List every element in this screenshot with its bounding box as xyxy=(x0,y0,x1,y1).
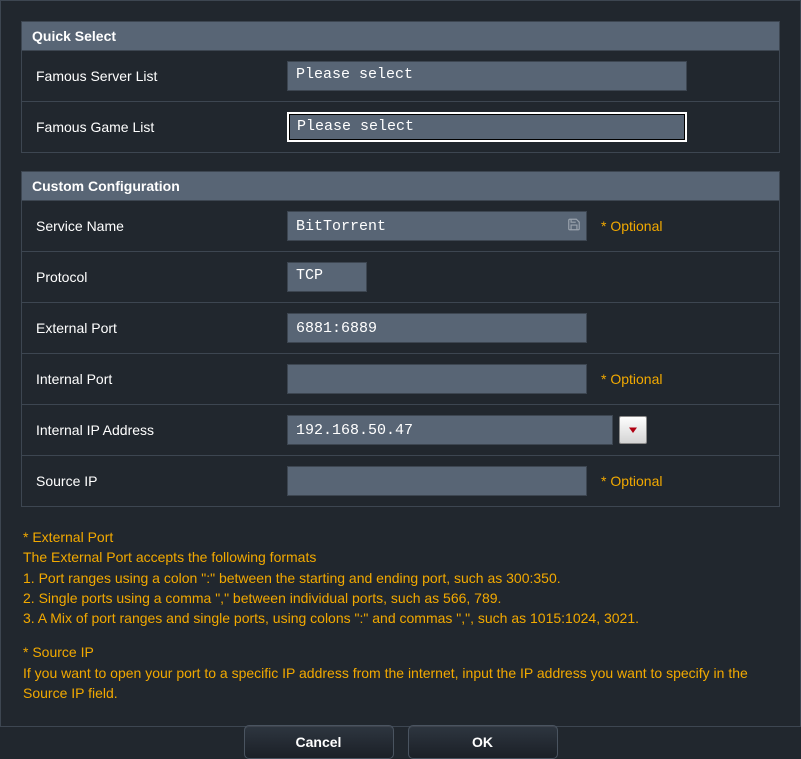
internal-ip-input[interactable] xyxy=(287,415,613,445)
internal-ip-row: Internal IP Address xyxy=(22,404,779,455)
famous-game-row: Famous Game List Please select xyxy=(22,101,779,152)
quick-select-header: Quick Select xyxy=(22,22,779,50)
internal-ip-label: Internal IP Address xyxy=(32,422,287,438)
help-ext-line0: The External Port accepts the following … xyxy=(23,547,778,567)
service-name-row: Service Name * Optional xyxy=(22,200,779,251)
help-text: * External Port The External Port accept… xyxy=(21,525,780,703)
source-ip-input[interactable] xyxy=(287,466,587,496)
protocol-label: Protocol xyxy=(32,269,287,285)
source-ip-optional: * Optional xyxy=(601,473,662,489)
famous-game-select[interactable]: Please select xyxy=(287,112,687,142)
service-name-label: Service Name xyxy=(32,218,287,234)
external-port-label: External Port xyxy=(32,320,287,336)
ok-button[interactable]: OK xyxy=(408,725,558,759)
famous-server-row: Famous Server List Please select xyxy=(22,50,779,101)
port-forward-dialog: { "quickSelect": { "title": "Quick Selec… xyxy=(0,0,801,727)
protocol-row: Protocol TCP xyxy=(22,251,779,302)
famous-game-label: Famous Game List xyxy=(32,119,287,135)
service-name-input[interactable] xyxy=(287,211,587,241)
help-src-line0: If you want to open your port to a speci… xyxy=(23,663,778,704)
help-src-heading: * Source IP xyxy=(23,642,778,662)
famous-server-label: Famous Server List xyxy=(32,68,287,84)
internal-port-row: Internal Port * Optional xyxy=(22,353,779,404)
help-ext-line2: 2. Single ports using a comma "," betwee… xyxy=(23,588,778,608)
internal-port-label: Internal Port xyxy=(32,371,287,387)
external-port-input[interactable] xyxy=(287,313,587,343)
help-ext-line3: 3. A Mix of port ranges and single ports… xyxy=(23,608,778,628)
quick-select-section: Quick Select Famous Server List Please s… xyxy=(21,21,780,153)
cancel-button[interactable]: Cancel xyxy=(244,725,394,759)
ip-picker-button[interactable] xyxy=(619,416,647,444)
source-ip-label: Source IP xyxy=(32,473,287,489)
source-ip-row: Source IP * Optional xyxy=(22,455,779,506)
custom-config-header: Custom Configuration xyxy=(22,172,779,200)
dialog-buttons: Cancel OK xyxy=(21,725,780,759)
protocol-select[interactable]: TCP xyxy=(287,262,367,292)
famous-server-select[interactable]: Please select xyxy=(287,61,687,91)
internal-port-optional: * Optional xyxy=(601,371,662,387)
chevron-down-icon xyxy=(627,424,639,436)
help-ext-line1: 1. Port ranges using a colon ":" between… xyxy=(23,568,778,588)
external-port-row: External Port xyxy=(22,302,779,353)
help-ext-heading: * External Port xyxy=(23,527,778,547)
custom-config-section: Custom Configuration Service Name * Opti… xyxy=(21,171,780,507)
internal-port-input[interactable] xyxy=(287,364,587,394)
service-name-optional: * Optional xyxy=(601,218,662,234)
save-preset-icon[interactable] xyxy=(567,218,581,235)
